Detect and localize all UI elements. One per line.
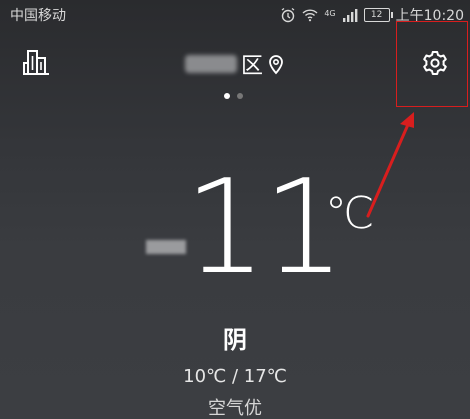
temperature-value: 11	[184, 151, 345, 303]
carrier-name: 中国移动	[10, 8, 66, 24]
district-label: 区	[240, 54, 263, 79]
battery-level: 12	[370, 10, 383, 20]
page-dot-active	[224, 93, 230, 99]
page-dot	[237, 93, 243, 99]
current-temperature: 11 ℃	[0, 162, 470, 310]
wifi-icon	[302, 9, 318, 22]
minus-sign-blurred	[146, 240, 186, 254]
settings-highlight-box	[396, 21, 468, 107]
signal-icon	[342, 9, 358, 22]
network-type: 4G	[324, 9, 336, 18]
air-quality: 空气优	[208, 398, 262, 419]
location-pin-icon	[269, 55, 283, 75]
alarm-icon	[281, 7, 295, 23]
temperature-range: 10℃ / 17℃	[183, 366, 287, 387]
weather-condition: 阴	[223, 326, 247, 354]
page-indicator	[224, 93, 243, 99]
battery-indicator: 12	[363, 8, 393, 22]
temperature-unit: ℃	[325, 188, 375, 239]
city-name-blurred	[184, 55, 237, 73]
